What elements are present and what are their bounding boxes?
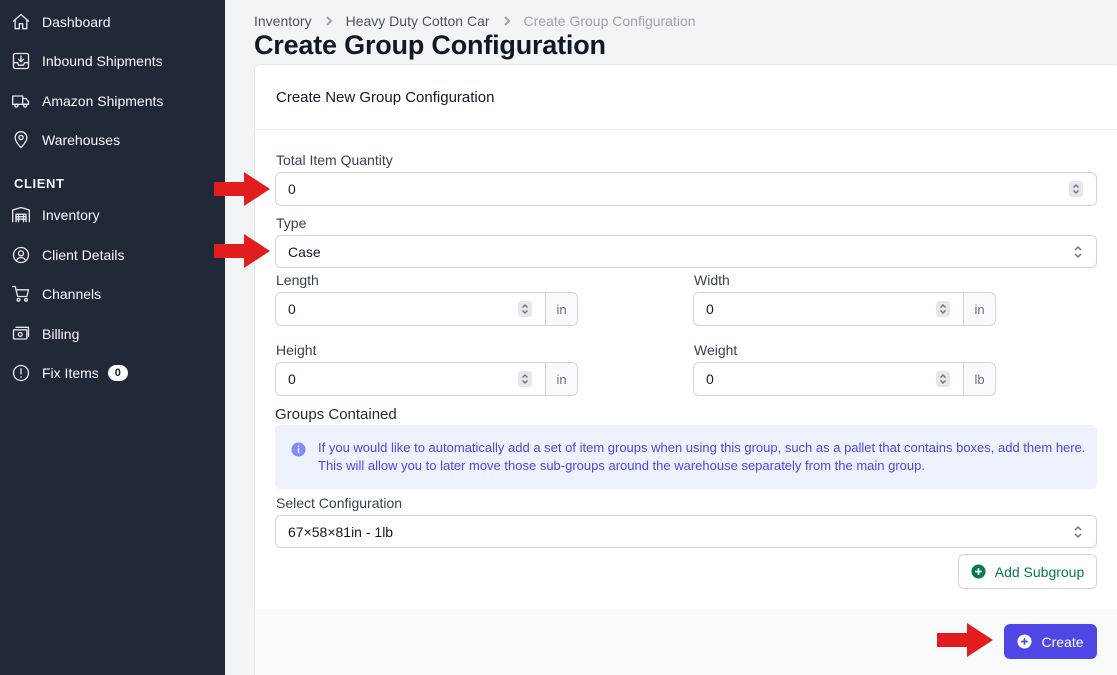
weight-label: Weight	[694, 342, 738, 358]
user-circle-icon	[10, 244, 32, 266]
sidebar-item-label: Inbound Shipments	[42, 53, 163, 69]
chevron-right-icon	[324, 16, 334, 26]
sidebar-item-label: Client Details	[42, 247, 125, 263]
sidebar-item-fix-items[interactable]: Fix Items 0	[10, 361, 128, 385]
truck-icon	[10, 90, 32, 112]
sidebar-item-label: Warehouses	[42, 132, 121, 148]
sidebar-item-billing[interactable]: Billing	[10, 322, 79, 346]
type-select[interactable]: Case	[275, 235, 1097, 268]
total-quantity-value: 0	[288, 181, 296, 197]
stepper-icon[interactable]	[936, 301, 950, 317]
height-value: 0	[288, 371, 296, 387]
select-configuration-select[interactable]: 67×58×81in - 1lb	[275, 515, 1097, 548]
length-value: 0	[288, 301, 296, 317]
card-header-title: Create New Group Configuration	[276, 89, 495, 106]
page-title: Create Group Configuration	[254, 30, 606, 60]
chevron-up-down-icon	[1072, 524, 1084, 540]
stepper-icon[interactable]	[936, 371, 950, 387]
annotation-arrow-icon	[214, 234, 270, 268]
sidebar-item-inbound-shipments[interactable]: Inbound Shipments	[10, 49, 163, 73]
annotation-arrow-icon	[214, 172, 270, 206]
height-label: Height	[276, 342, 317, 358]
map-pin-icon	[10, 129, 32, 151]
plus-circle-icon	[971, 564, 986, 579]
exclamation-circle-icon	[10, 362, 32, 384]
sidebar-item-client-details[interactable]: Client Details	[10, 243, 124, 267]
create-label: Create	[1041, 633, 1084, 650]
height-unit: in	[546, 362, 578, 396]
type-label: Type	[276, 215, 307, 231]
add-subgroup-label: Add Subgroup	[994, 563, 1085, 580]
total-quantity-input[interactable]: 0	[275, 172, 1097, 206]
sidebar-item-label: Fix Items	[42, 365, 99, 381]
width-input[interactable]: 0	[693, 292, 964, 326]
total-quantity-label: Total Item Quantity	[276, 152, 393, 168]
sidebar-item-label: Billing	[42, 326, 80, 342]
create-button[interactable]: Create	[1004, 624, 1097, 659]
select-configuration-value: 67×58×81in - 1lb	[288, 523, 394, 540]
sidebar-item-label: Channels	[42, 286, 102, 302]
annotation-arrow-icon	[937, 623, 993, 657]
fix-items-count-badge: 0	[107, 365, 128, 381]
sidebar-item-channels[interactable]: Channels	[10, 282, 101, 306]
width-value: 0	[706, 301, 714, 317]
cash-icon	[10, 323, 32, 345]
chevron-right-icon	[502, 16, 512, 26]
width-unit: in	[964, 292, 996, 326]
plus-circle-icon	[1017, 634, 1033, 649]
sidebar-item-amazon-shipments[interactable]: Amazon Shipments	[10, 89, 163, 113]
weight-value: 0	[706, 371, 714, 387]
weight-input[interactable]: 0	[693, 362, 964, 396]
height-input[interactable]: 0	[275, 362, 546, 396]
stepper-icon[interactable]	[518, 371, 532, 387]
add-subgroup-button[interactable]: Add Subgroup	[958, 554, 1097, 589]
breadcrumb-inventory[interactable]: Inventory	[254, 13, 312, 29]
card-header: Create New Group Configuration	[255, 65, 1117, 130]
shopping-cart-icon	[10, 283, 32, 305]
select-configuration-label: Select Configuration	[276, 495, 403, 511]
length-label: Length	[276, 272, 319, 288]
chevron-up-down-icon	[1072, 244, 1084, 260]
info-text: If you would like to automatically add a…	[318, 440, 1086, 473]
stepper-icon[interactable]	[518, 301, 532, 317]
warehouse-shelves-icon	[10, 204, 32, 226]
length-input[interactable]: 0	[275, 292, 546, 326]
stepper-icon[interactable]	[1069, 181, 1083, 197]
inbox-download-icon	[10, 50, 32, 72]
sidebar: Dashboard Inbound Shipments Amazon Shipm…	[0, 0, 225, 675]
sidebar-item-label: Amazon Shipments	[42, 93, 164, 109]
breadcrumb: Inventory Heavy Duty Cotton Car Create G…	[254, 13, 696, 29]
section-label-client: CLIENT	[14, 176, 65, 191]
groups-contained-title: Groups Contained	[275, 406, 397, 423]
sidebar-item-label: Inventory	[42, 207, 100, 223]
weight-unit: lb	[964, 362, 996, 396]
sidebar-item-warehouses[interactable]: Warehouses	[10, 128, 120, 152]
sidebar-item-dashboard[interactable]: Dashboard	[10, 10, 111, 34]
breadcrumb-current: Create Group Configuration	[523, 13, 696, 29]
sidebar-item-label: Dashboard	[42, 14, 111, 30]
length-unit: in	[546, 292, 578, 326]
sidebar-item-inventory[interactable]: Inventory	[10, 203, 100, 227]
info-callout: If you would like to automatically add a…	[275, 425, 1097, 489]
type-value: Case	[288, 243, 321, 260]
width-label: Width	[694, 272, 730, 288]
breadcrumb-product[interactable]: Heavy Duty Cotton Car	[346, 13, 490, 29]
info-icon	[291, 442, 306, 457]
home-icon	[10, 11, 32, 33]
